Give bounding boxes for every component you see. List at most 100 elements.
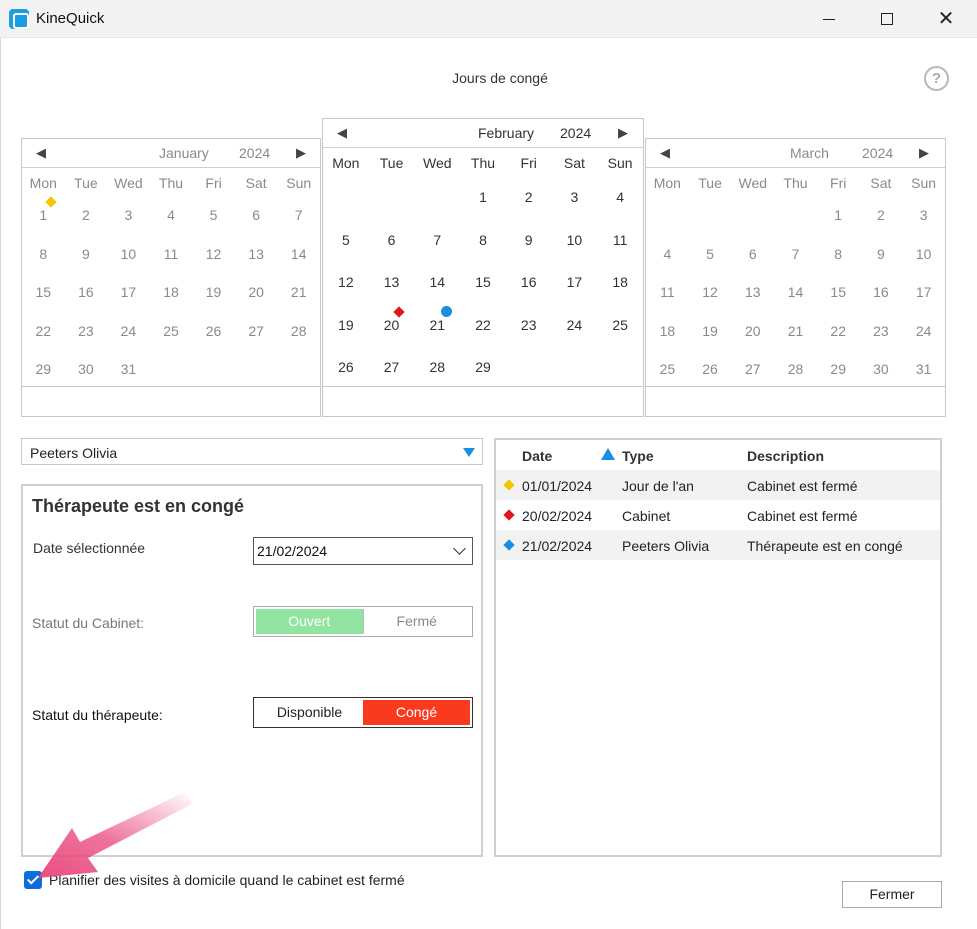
- calendar-year[interactable]: 2024: [862, 145, 893, 161]
- calendar-day[interactable]: 3: [552, 189, 598, 232]
- calendar-day[interactable]: 19: [192, 284, 235, 323]
- calendar-day[interactable]: 5: [689, 246, 732, 285]
- calendar-day[interactable]: 15: [460, 274, 506, 317]
- table-row[interactable]: 01/01/2024 Jour de l'an Cabinet est ferm…: [496, 470, 940, 500]
- column-header-description[interactable]: Description: [747, 448, 824, 464]
- calendar-day[interactable]: 7: [774, 246, 817, 285]
- calendar-day[interactable]: 26: [192, 323, 235, 362]
- calendar-day[interactable]: 1: [817, 207, 860, 246]
- calendar-day[interactable]: 14: [277, 246, 320, 285]
- calendar-day[interactable]: 3: [902, 207, 945, 246]
- calendar-day[interactable]: 13: [731, 284, 774, 323]
- table-row[interactable]: 20/02/2024 Cabinet Cabinet est fermé: [496, 500, 940, 530]
- calendar-day[interactable]: 24: [107, 323, 150, 362]
- calendar-day[interactable]: 21: [277, 284, 320, 323]
- calendar-day[interactable]: 20: [369, 305, 415, 360]
- calendar-day[interactable]: 11: [597, 232, 643, 275]
- date-picker[interactable]: 21/02/2024: [253, 537, 473, 565]
- previous-month-icon[interactable]: ◀: [660, 145, 670, 161]
- calendar-day[interactable]: 8: [817, 246, 860, 285]
- column-header-type[interactable]: Type: [622, 448, 654, 464]
- calendar-day[interactable]: 23: [65, 323, 108, 362]
- calendar-day[interactable]: 4: [150, 207, 193, 246]
- calendar-day[interactable]: 11: [150, 246, 193, 285]
- calendar-day[interactable]: 24: [902, 323, 945, 362]
- close-window-button[interactable]: ✕: [917, 0, 975, 38]
- calendar-day[interactable]: 9: [65, 246, 108, 285]
- calendar-day[interactable]: 23: [860, 323, 903, 362]
- calendar-day[interactable]: 27: [235, 323, 278, 362]
- calendar-day[interactable]: 1: [22, 196, 65, 246]
- table-row[interactable]: 21/02/2024 Peeters Olivia Thérapeute est…: [496, 530, 940, 560]
- calendar-year[interactable]: 2024: [239, 145, 270, 161]
- calendar-day[interactable]: 18: [150, 284, 193, 323]
- calendar-day[interactable]: 3: [107, 207, 150, 246]
- calendar-day[interactable]: 2: [506, 189, 552, 232]
- cabinet-closed-option[interactable]: Fermé: [362, 609, 471, 634]
- calendar-day[interactable]: 14: [414, 274, 460, 317]
- calendar-day[interactable]: 6: [235, 207, 278, 246]
- calendar-day[interactable]: 10: [107, 246, 150, 285]
- calendar-day[interactable]: 28: [277, 323, 320, 362]
- therapist-leave-option[interactable]: Congé: [363, 700, 470, 725]
- calendar-day[interactable]: 17: [902, 284, 945, 323]
- calendar-day[interactable]: 20: [731, 323, 774, 362]
- chevron-down-icon[interactable]: [453, 542, 466, 555]
- calendar-month[interactable]: February: [478, 125, 534, 141]
- calendar-day[interactable]: 4: [646, 246, 689, 285]
- calendar-year[interactable]: 2024: [560, 125, 591, 141]
- calendar-day[interactable]: 13: [369, 274, 415, 317]
- calendar-day[interactable]: 2: [65, 207, 108, 246]
- minimize-button[interactable]: [800, 0, 858, 38]
- calendar-day[interactable]: 15: [817, 284, 860, 323]
- calendar-day[interactable]: 17: [107, 284, 150, 323]
- calendar-day[interactable]: 1: [460, 189, 506, 232]
- therapist-status-toggle[interactable]: Disponible Congé: [253, 697, 473, 728]
- maximize-button[interactable]: [858, 0, 916, 38]
- therapist-select[interactable]: Peeters Olivia: [21, 438, 483, 465]
- calendar-day[interactable]: 5: [323, 232, 369, 275]
- calendar-day[interactable]: 15: [22, 284, 65, 323]
- calendar-day[interactable]: 24: [552, 317, 598, 360]
- calendar-day[interactable]: 21: [414, 305, 460, 360]
- calendar-day[interactable]: 22: [817, 323, 860, 362]
- help-icon[interactable]: ?: [924, 66, 949, 91]
- calendar-day[interactable]: 19: [689, 323, 732, 362]
- calendar-day[interactable]: 21: [774, 323, 817, 362]
- calendar-day[interactable]: 8: [22, 246, 65, 285]
- calendar-day[interactable]: 6: [731, 246, 774, 285]
- next-month-icon[interactable]: ▶: [919, 145, 929, 161]
- cabinet-open-option[interactable]: Ouvert: [256, 609, 363, 634]
- calendar-day[interactable]: 16: [860, 284, 903, 323]
- calendar-day[interactable]: 9: [860, 246, 903, 285]
- calendar-day[interactable]: 14: [774, 284, 817, 323]
- calendar-day[interactable]: 10: [902, 246, 945, 285]
- previous-month-icon[interactable]: ◀: [337, 125, 347, 141]
- calendar-month[interactable]: March: [790, 145, 829, 161]
- calendar-day[interactable]: 25: [150, 323, 193, 362]
- calendar-day[interactable]: 19: [323, 317, 369, 360]
- calendar-day[interactable]: 22: [22, 323, 65, 362]
- close-button[interactable]: Fermer: [842, 881, 942, 908]
- calendar-day[interactable]: 20: [235, 284, 278, 323]
- calendar-day[interactable]: 6: [369, 232, 415, 275]
- previous-month-icon[interactable]: ◀: [36, 145, 46, 161]
- calendar-day[interactable]: 16: [65, 284, 108, 323]
- calendar-day[interactable]: 12: [192, 246, 235, 285]
- calendar-day[interactable]: 12: [323, 274, 369, 317]
- calendar-day[interactable]: 18: [646, 323, 689, 362]
- calendar-day[interactable]: 18: [597, 274, 643, 317]
- calendar-month[interactable]: January: [159, 145, 209, 161]
- cabinet-status-toggle[interactable]: Ouvert Fermé: [253, 606, 473, 637]
- calendar-day[interactable]: 22: [460, 317, 506, 360]
- therapist-available-option[interactable]: Disponible: [256, 700, 363, 725]
- calendar-day[interactable]: 7: [277, 207, 320, 246]
- sort-ascending-icon[interactable]: [601, 448, 615, 460]
- calendar-day[interactable]: 8: [460, 232, 506, 275]
- calendar-day[interactable]: 17: [552, 274, 598, 317]
- calendar-day[interactable]: 16: [506, 274, 552, 317]
- calendar-day[interactable]: 13: [235, 246, 278, 285]
- calendar-day[interactable]: 25: [597, 317, 643, 360]
- calendar-day[interactable]: 5: [192, 207, 235, 246]
- calendar-day[interactable]: 11: [646, 284, 689, 323]
